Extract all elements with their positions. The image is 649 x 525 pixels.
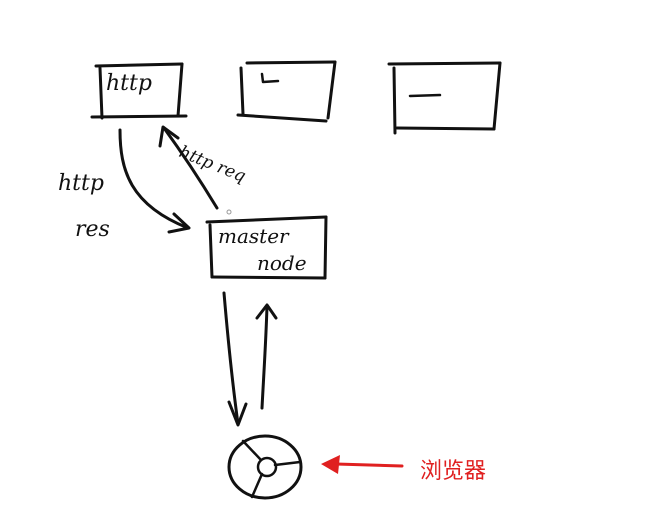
http-server-label: http bbox=[106, 71, 152, 96]
stray-dot bbox=[226, 209, 232, 215]
server-box-3 bbox=[387, 61, 502, 135]
http-response-label-line2: res bbox=[75, 217, 110, 242]
chrome-browser-icon bbox=[227, 434, 303, 500]
http-request-arrow: http req bbox=[158, 125, 249, 210]
http-response-label-line1: http bbox=[58, 171, 104, 196]
master-node-box: master node bbox=[205, 215, 328, 280]
diagram-canvas: http master node http res http req 浏览器 bbox=[58, 60, 502, 500]
master-to-browser-arrow bbox=[222, 291, 248, 427]
browser-to-master-arrow bbox=[255, 303, 278, 410]
browser-annotation-label: 浏览器 bbox=[420, 459, 486, 484]
master-node-label-line1: master bbox=[218, 224, 290, 248]
http-request-label: http req bbox=[176, 142, 248, 187]
server-box-2 bbox=[236, 60, 337, 123]
master-node-label-line2: node bbox=[257, 251, 307, 275]
http-response-arrow: http res bbox=[58, 128, 191, 242]
annotation-arrow bbox=[321, 455, 404, 474]
http-server-box: http bbox=[90, 62, 188, 120]
